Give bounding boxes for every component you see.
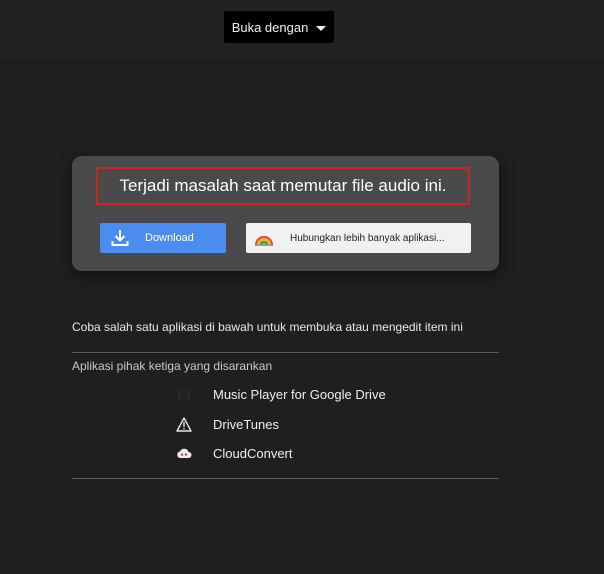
error-message: Terjadi masalah saat memutar file audio … [96,167,470,205]
download-icon [111,230,129,246]
app-label: Music Player for Google Drive [213,386,386,402]
rainbow-icon [254,235,274,246]
app-item-drivetunes[interactable]: DriveTunes [175,414,279,434]
connect-more-apps-label: Hubungkan lebih banyak aplikasi... [290,232,445,244]
open-with-button[interactable]: Buka dengan [224,11,334,43]
divider [72,352,499,353]
app-item-cloudconvert[interactable]: CloudConvert [175,443,293,463]
app-label: DriveTunes [213,416,279,432]
suggested-apps-heading: Aplikasi pihak ketiga yang disarankan [72,359,273,373]
error-card: Terjadi masalah saat memutar file audio … [72,156,499,271]
connect-more-apps-button[interactable]: Hubungkan lebih banyak aplikasi... [246,223,471,253]
app-label: CloudConvert [213,445,293,461]
app-item-music-player[interactable]: Music Player for Google Drive [175,384,386,404]
headphones-icon [175,385,193,403]
download-label: Download [145,232,194,244]
warning-triangle-icon [175,415,193,433]
divider [72,478,499,479]
apps-intro-text: Coba salah satu aplikasi di bawah untuk … [72,320,463,334]
open-with-label: Buka dengan [231,19,309,35]
cloud-icon [175,444,193,462]
download-button[interactable]: Download [100,223,226,253]
caret-down-icon [316,25,327,31]
